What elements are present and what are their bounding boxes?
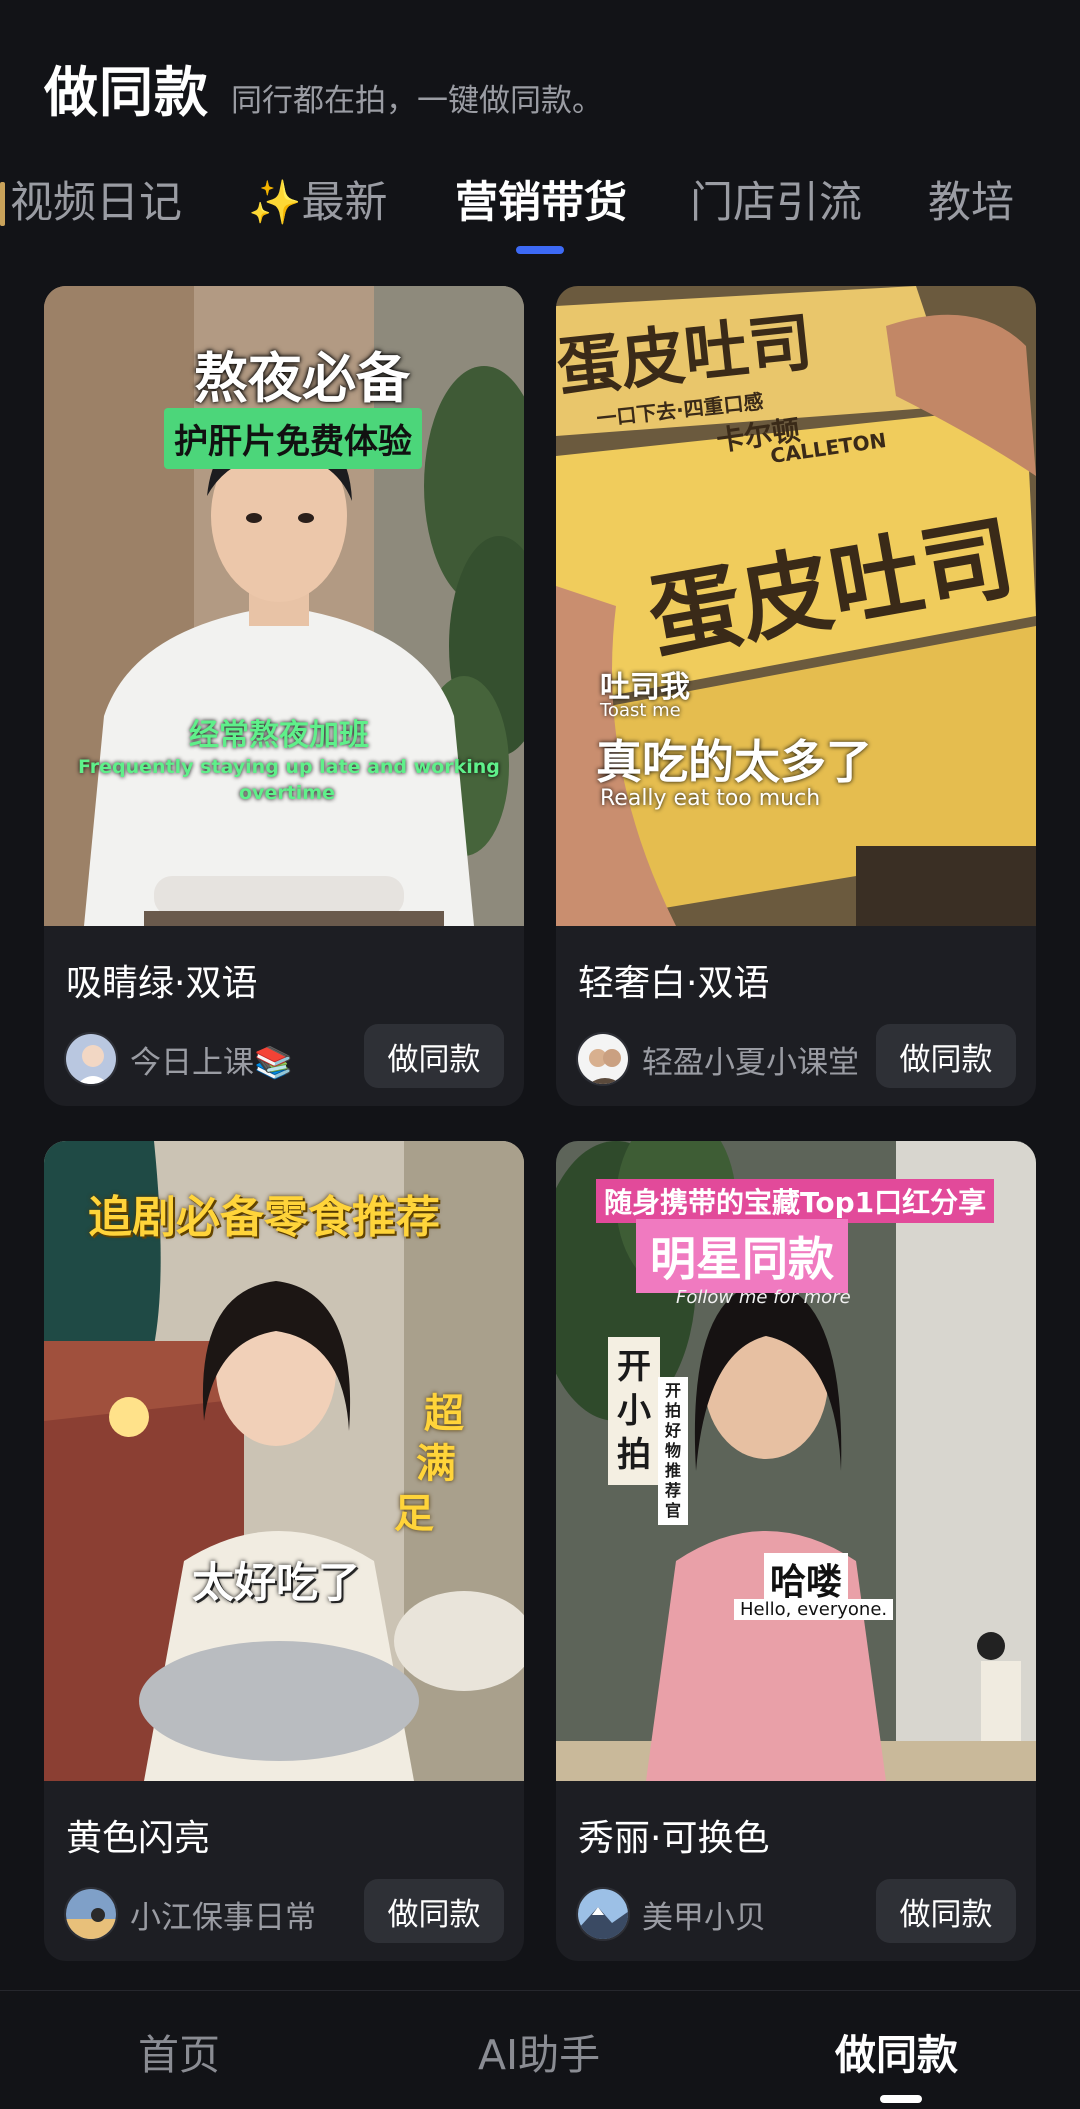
- tab-edge-marker: [0, 182, 5, 226]
- make-same-button[interactable]: 做同款: [876, 1879, 1016, 1943]
- template-card[interactable]: 蛋皮吐司 卡尔顿 CALLETON 一口下去·四重口感 蛋皮吐司 吐司我 Toa…: [556, 286, 1036, 1106]
- thumb-caption-cn: 经常熬夜加班: [189, 718, 369, 753]
- nav-active-indicator: [880, 2095, 922, 2103]
- template-card[interactable]: 追剧必备零食推荐 超 满 足 太好吃了 黄色闪亮 小江保事日常 做同款: [44, 1141, 524, 1961]
- thumb-small-en: Toast me: [600, 700, 681, 721]
- thumb-headline: 熬夜必备: [194, 347, 410, 410]
- bottom-nav: 首页 AI助手 做同款: [0, 1990, 1080, 2109]
- thumb-caption-en: Hello, everyone.: [734, 1599, 894, 1620]
- nav-make-same[interactable]: 做同款: [835, 2021, 958, 2081]
- avatar: [576, 1887, 630, 1941]
- author-name: 今日上课📚: [130, 1044, 293, 1081]
- author-name: 轻盈小夏小课堂: [642, 1044, 859, 1081]
- card-title: 秀丽·可换色: [578, 1818, 770, 1859]
- active-tab-indicator: [516, 246, 564, 254]
- thumb-badge-big: 开小拍: [608, 1337, 660, 1485]
- author-info: 美甲小贝: [576, 1886, 766, 1942]
- template-thumbnail[interactable]: 熬夜必备 护肝片免费体验 经常熬夜加班 Frequently staying u…: [44, 286, 524, 926]
- author-name: 小江保事日常: [130, 1899, 316, 1936]
- nav-ai-assistant[interactable]: AI助手: [478, 2021, 600, 2081]
- tab-video-diary[interactable]: 视频日记: [10, 168, 182, 230]
- thumb-caption-cn: 真吃的太多了: [596, 735, 872, 789]
- make-same-page: 做同款 同行都在拍，一键做同款。 视频日记 ✨最新 营销带货 门店引流 教培 熬…: [0, 0, 1080, 2109]
- thumb-caption-en-2: overtime: [239, 782, 335, 804]
- category-tabs: 视频日记 ✨最新 营销带货 门店引流 教培: [0, 168, 1080, 258]
- thumb-caption-cn: 哈喽: [764, 1553, 849, 1605]
- thumb-badge-small: 开拍好物推荐官: [658, 1377, 688, 1525]
- template-thumbnail[interactable]: 蛋皮吐司 卡尔顿 CALLETON 一口下去·四重口感 蛋皮吐司 吐司我 Toa…: [556, 286, 1036, 926]
- tab-store-traffic[interactable]: 门店引流: [690, 168, 862, 230]
- thumb-caption: 太好吃了: [192, 1558, 361, 1607]
- author-info: 今日上课📚: [64, 1031, 293, 1087]
- author-info: 轻盈小夏小课堂: [576, 1031, 859, 1087]
- author-name: 美甲小贝: [642, 1899, 766, 1936]
- tab-education[interactable]: 教培: [928, 168, 1014, 230]
- thumb-tag: 护肝片免费体验: [164, 408, 422, 469]
- card-title: 吸睛绿·双语: [66, 963, 258, 1004]
- template-card[interactable]: 随身携带的宝藏Top1口红分享 明星同款 Follow me for more …: [556, 1141, 1036, 1961]
- thumb-side-3: 足: [394, 1491, 434, 1537]
- thumb-banner: 随身携带的宝藏Top1口红分享: [596, 1179, 995, 1223]
- avatar: [64, 1032, 118, 1086]
- thumb-caption-en: Really eat too much: [600, 786, 821, 811]
- page-subtitle: 同行都在拍，一键做同款。: [231, 83, 603, 119]
- make-same-button[interactable]: 做同款: [364, 1024, 504, 1088]
- thumb-caption-en: Frequently staying up late and working: [78, 756, 500, 778]
- template-thumbnail[interactable]: 追剧必备零食推荐 超 满 足 太好吃了: [44, 1141, 524, 1781]
- avatar: [64, 1887, 118, 1941]
- thumb-follow: Follow me for more: [676, 1287, 851, 1308]
- thumb-headline: 追剧必备零食推荐: [88, 1192, 440, 1243]
- author-info: 小江保事日常: [64, 1886, 316, 1942]
- template-thumbnail[interactable]: 随身携带的宝藏Top1口红分享 明星同款 Follow me for more …: [556, 1141, 1036, 1781]
- page-title: 做同款: [44, 61, 209, 124]
- avatar: [576, 1032, 630, 1086]
- nav-home[interactable]: 首页: [138, 2021, 220, 2081]
- card-title: 轻奢白·双语: [578, 963, 770, 1004]
- card-title: 黄色闪亮: [66, 1818, 211, 1859]
- make-same-button[interactable]: 做同款: [364, 1879, 504, 1943]
- template-card[interactable]: 熬夜必备 护肝片免费体验 经常熬夜加班 Frequently staying u…: [44, 286, 524, 1106]
- tab-latest[interactable]: ✨最新: [248, 168, 388, 230]
- make-same-button[interactable]: 做同款: [876, 1024, 1016, 1088]
- header: 做同款 同行都在拍，一键做同款。: [44, 48, 603, 128]
- tab-marketing[interactable]: 营销带货: [455, 168, 627, 230]
- thumb-headline: 明星同款: [636, 1219, 848, 1293]
